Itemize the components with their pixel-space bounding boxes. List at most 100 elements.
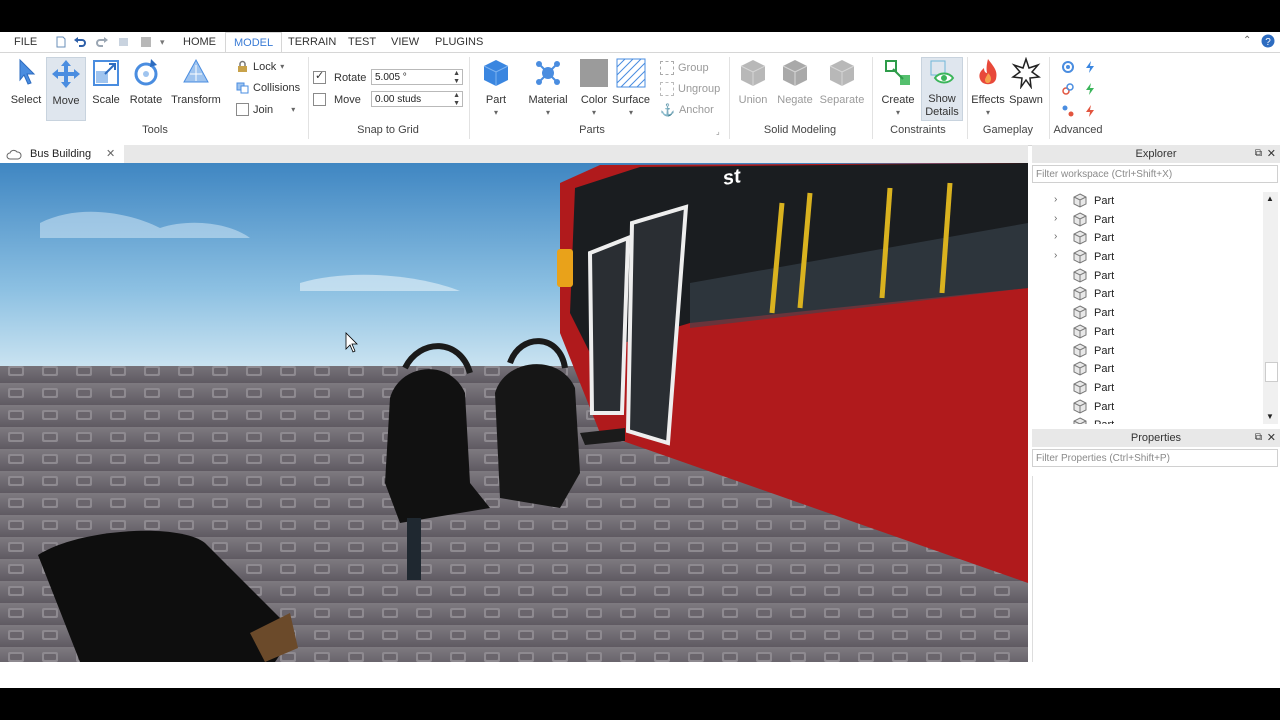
rotate-button[interactable]: Rotate: [126, 57, 166, 106]
part-icon: [1073, 399, 1087, 414]
rotate-increment-input[interactable]: 5.005 ° ▲ ▼: [371, 69, 463, 85]
part-button[interactable]: Part ▾: [477, 57, 515, 118]
tab-plugins[interactable]: PLUGINS: [435, 36, 483, 48]
anchor-button[interactable]: ⚓ Anchor: [660, 103, 714, 117]
parts-settings-launcher-icon[interactable]: ⌟: [716, 127, 720, 136]
expand-arrow-icon[interactable]: ›: [1054, 213, 1057, 224]
fire-effects-icon: [979, 59, 997, 85]
explorer-scrollbar[interactable]: ▲ ▼: [1263, 192, 1278, 424]
expand-arrow-icon[interactable]: ›: [1054, 231, 1057, 242]
move-button[interactable]: Move: [46, 57, 86, 121]
negate-button[interactable]: Negate: [776, 57, 814, 106]
show-details-button[interactable]: Show Details: [921, 57, 963, 121]
solid-modeling-group-label: Solid Modeling: [763, 124, 837, 136]
snap-rotate-checkbox[interactable]: ✓: [313, 70, 326, 84]
explorer-item-part[interactable]: Part: [1032, 379, 1264, 398]
explorer-title: Explorer ⧉ ✕: [1032, 145, 1280, 163]
new-file-icon[interactable]: [55, 36, 67, 48]
join-toggle[interactable]: Join ▾: [236, 103, 295, 116]
union-icon: [740, 60, 766, 86]
explorer-item-part[interactable]: Part: [1032, 360, 1264, 379]
group-button[interactable]: Group: [660, 61, 709, 75]
material-button[interactable]: Material ▾: [525, 57, 571, 118]
spin-arrows-icon[interactable]: ▲ ▼: [453, 92, 460, 108]
properties-filter-input[interactable]: Filter Properties (Ctrl+Shift+P): [1032, 449, 1278, 467]
color-button[interactable]: Color ▾: [577, 57, 611, 118]
create-constraint-button[interactable]: Create ▾: [879, 57, 917, 118]
red-bolt-icon[interactable]: [1083, 104, 1097, 118]
effects-button[interactable]: Effects ▾: [970, 57, 1006, 118]
close-panel-icon[interactable]: ✕: [1267, 145, 1276, 163]
union-button[interactable]: Union: [734, 57, 772, 106]
file-menu[interactable]: FILE: [14, 36, 37, 48]
green-bolt-icon[interactable]: [1083, 82, 1097, 96]
collapse-ribbon-icon[interactable]: ⌃: [1243, 35, 1251, 46]
part-icon: [1073, 268, 1087, 283]
expand-arrow-icon[interactable]: ›: [1054, 194, 1057, 205]
lock-button[interactable]: Lock ▾: [236, 60, 284, 73]
snap-move-toggle[interactable]: Move: [313, 93, 361, 106]
effects-dropdown-icon: ▾: [985, 108, 990, 117]
spawn-button[interactable]: Spawn: [1008, 56, 1044, 106]
explorer-item-part[interactable]: Part: [1032, 342, 1264, 361]
spin-arrows-icon[interactable]: ▲ ▼: [453, 70, 460, 86]
undock-icon[interactable]: ⧉: [1255, 145, 1262, 163]
ribbon-separator: [729, 57, 730, 139]
explorer-item-part[interactable]: › Part: [1032, 192, 1264, 211]
undock-icon[interactable]: ⧉: [1255, 429, 1262, 447]
script-icon[interactable]: [1061, 60, 1075, 74]
explorer-item-part[interactable]: › Part: [1032, 248, 1264, 267]
3d-viewport[interactable]: st: [0, 163, 1028, 662]
join-dropdown-icon[interactable]: ▾: [291, 105, 295, 114]
module-icon[interactable]: [1061, 82, 1075, 96]
tools-group-label: Tools: [142, 124, 168, 136]
remote-icon[interactable]: [1061, 104, 1075, 118]
explorer-item-part[interactable]: Part: [1032, 323, 1264, 342]
tab-model[interactable]: MODEL: [225, 32, 283, 53]
document-tab[interactable]: Bus Building ✕: [0, 145, 124, 163]
quick-access-dropdown-icon[interactable]: ▾: [160, 37, 165, 48]
close-panel-icon[interactable]: ✕: [1267, 429, 1276, 447]
part-icon: [1073, 193, 1087, 208]
explorer-item-part[interactable]: Part: [1032, 416, 1264, 424]
lock-icon: [238, 60, 247, 72]
explorer-item-part[interactable]: Part: [1032, 267, 1264, 286]
stop-icon[interactable]: [140, 36, 152, 48]
collisions-toggle[interactable]: Collisions: [236, 81, 300, 94]
expand-arrow-icon[interactable]: ›: [1054, 250, 1057, 261]
tab-view[interactable]: VIEW: [391, 36, 419, 48]
select-button[interactable]: Select: [6, 57, 46, 106]
move-increment-input[interactable]: 0.00 studs ▲ ▼: [371, 91, 463, 107]
explorer-item-part[interactable]: Part: [1032, 398, 1264, 417]
scrollbar-thumb[interactable]: [1265, 362, 1278, 382]
help-icon[interactable]: ?: [1261, 34, 1275, 48]
explorer-item-part[interactable]: › Part: [1032, 211, 1264, 230]
explorer-item-label: Part: [1094, 288, 1115, 301]
close-tab-icon[interactable]: ✕: [106, 145, 115, 163]
join-checkbox[interactable]: [236, 103, 249, 116]
separate-button[interactable]: Separate: [818, 57, 866, 106]
part-icon: [1073, 324, 1087, 339]
local-script-icon[interactable]: [1083, 60, 1097, 74]
ribbon-separator: [967, 57, 968, 139]
surface-button[interactable]: Surface ▾: [612, 57, 650, 118]
undo-icon[interactable]: [74, 36, 86, 48]
ungroup-button[interactable]: Ungroup: [660, 82, 720, 96]
tab-test[interactable]: TEST: [348, 36, 376, 48]
scale-button[interactable]: Scale: [88, 57, 124, 106]
explorer-filter-input[interactable]: Filter workspace (Ctrl+Shift+X): [1032, 165, 1278, 183]
snap-move-checkbox[interactable]: [313, 93, 326, 106]
explorer-item-part[interactable]: Part: [1032, 304, 1264, 323]
scroll-up-icon[interactable]: ▲: [1266, 194, 1274, 203]
tab-home[interactable]: HOME: [183, 36, 216, 48]
part-icon: [1073, 249, 1087, 264]
show-details-eye-icon: [930, 60, 955, 84]
transform-button[interactable]: Transform: [170, 57, 222, 106]
tab-terrain[interactable]: TERRAIN: [288, 36, 336, 48]
explorer-item-part[interactable]: › Part: [1032, 229, 1264, 248]
explorer-item-part[interactable]: Part: [1032, 285, 1264, 304]
scroll-down-icon[interactable]: ▼: [1266, 412, 1274, 421]
redo-icon[interactable]: [96, 36, 108, 48]
publish-icon[interactable]: [118, 36, 130, 48]
snap-rotate-toggle[interactable]: ✓ Rotate: [313, 70, 366, 84]
